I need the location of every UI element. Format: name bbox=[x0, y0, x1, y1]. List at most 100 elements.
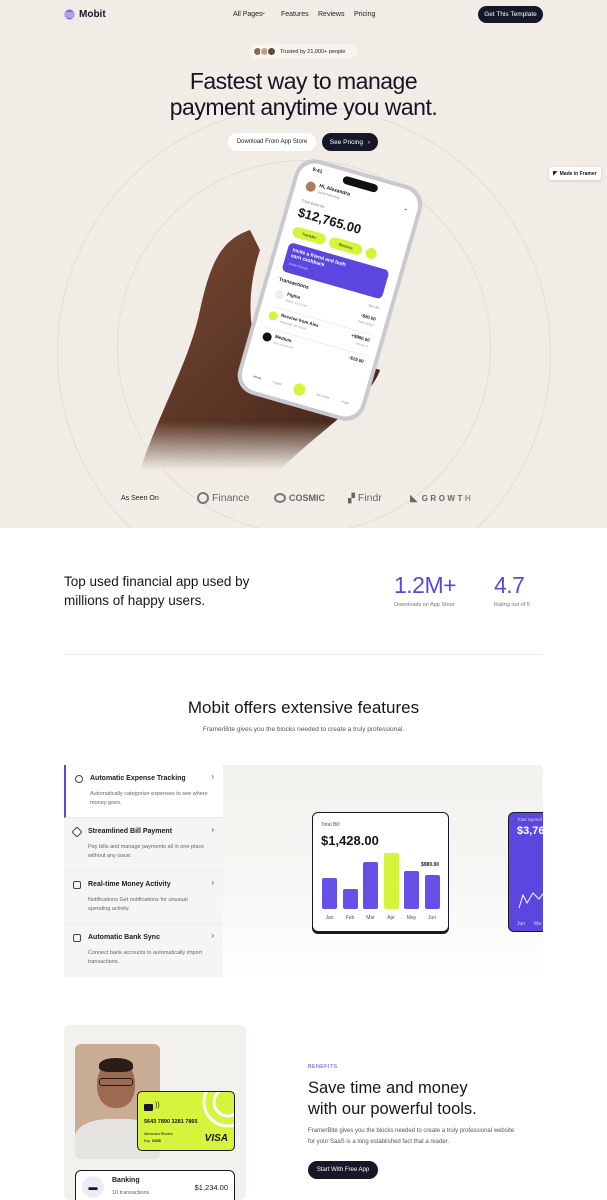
card-exp-label: Exp bbox=[144, 1139, 151, 1143]
chevron-right-icon: › bbox=[211, 878, 214, 887]
total-spending-card: Total Spendi $3,76 Jun Ma bbox=[508, 812, 543, 932]
logo-icon bbox=[64, 9, 75, 20]
person-glasses bbox=[99, 1078, 133, 1086]
stat-label: Downloads on App Store bbox=[394, 602, 455, 608]
feature-item-bank-sync[interactable]: Automatic Bank Sync › Connect bank accou… bbox=[64, 924, 223, 977]
phone-avatar bbox=[304, 180, 317, 193]
banking-sub: 10 transactions bbox=[112, 1190, 150, 1196]
feature-desc: Notifications Get notifications for unus… bbox=[88, 897, 188, 912]
chart-tick-label: Feb bbox=[345, 915, 355, 921]
spend-label: Total Spendi bbox=[517, 817, 542, 822]
bill-chart: Jan Feb Mar Apr May Jun bbox=[313, 813, 450, 933]
feature-item-expense-tracking[interactable]: Automatic Expense Tracking › Automatical… bbox=[64, 765, 223, 818]
stat-value: 4.7 bbox=[494, 572, 525, 598]
stats-headline: Top used financial app used by millions … bbox=[64, 574, 250, 608]
benefits-media-panel: )) 5643 7890 3281 7865 Alexandra Rhodes … bbox=[64, 1025, 246, 1200]
hero-title-line: Fastest way to manage bbox=[189, 68, 418, 94]
start-free-app-button[interactable]: Start With Free App bbox=[308, 1161, 378, 1179]
made-in-framer-badge[interactable]: ◤ Made in Framer bbox=[549, 167, 601, 180]
finance-logo-icon bbox=[197, 492, 209, 504]
chart-bar bbox=[342, 889, 358, 909]
feature-title: Real-time Money Activity bbox=[88, 881, 171, 888]
chart-bar bbox=[363, 861, 378, 909]
bank-icon bbox=[73, 934, 81, 942]
banking-card: ▬ Banking 10 transactions $1,234.00 bbox=[75, 1170, 235, 1200]
see-pricing-label: See Pricing bbox=[329, 138, 364, 146]
chevron-right-icon: › bbox=[368, 138, 371, 146]
stat-label: Rating out of 5 bbox=[494, 602, 530, 608]
phone-tab-insight: Insight bbox=[272, 379, 283, 387]
stat-value: 1.2M+ bbox=[394, 572, 457, 598]
nav-features[interactable]: Features bbox=[281, 11, 309, 18]
phone-receive-button: Receive bbox=[327, 236, 364, 257]
get-template-button[interactable]: Get This Template bbox=[478, 6, 543, 23]
stat-rating: 4.7 Rating out of 5 bbox=[494, 572, 530, 608]
nav-reviews[interactable]: Reviews bbox=[318, 11, 344, 18]
chevron-right-icon: › bbox=[211, 931, 214, 940]
chart-tick-label: Mar bbox=[366, 915, 375, 921]
logo-cosmic: COSMIC bbox=[274, 493, 325, 503]
avatar bbox=[267, 47, 276, 56]
benefits-title: Save time and money with our powerful to… bbox=[308, 1078, 477, 1120]
chevron-right-icon: › bbox=[211, 825, 214, 834]
features-subtitle: FramerBite gives you the blocks needed t… bbox=[202, 726, 405, 733]
findr-logo-icon: ▞ bbox=[348, 492, 355, 503]
features-title: Mobit offers extensive features bbox=[187, 698, 420, 717]
banking-amount: $1,234.00 bbox=[194, 1183, 228, 1192]
phone-tab-cards: My Cards bbox=[316, 392, 330, 400]
benefits-title-line: Save time and money bbox=[308, 1079, 468, 1097]
chart-tick-label: Jun bbox=[427, 915, 437, 921]
figma-icon bbox=[273, 289, 285, 301]
phone-tx-type: Money in bbox=[355, 341, 369, 349]
see-pricing-button[interactable]: See Pricing › bbox=[322, 133, 378, 151]
feature-desc: Pay bills and manage payments all in one… bbox=[88, 844, 205, 859]
phone-tx-amount: -$19.00 bbox=[348, 354, 365, 364]
banking-title: Banking bbox=[112, 1177, 140, 1184]
contactless-icon: )) bbox=[155, 1102, 160, 1109]
total-bill-card: Total Bill $1,428.00 $980.00 Jan Feb Mar Ap… bbox=[312, 812, 449, 932]
chart-bar bbox=[383, 853, 399, 909]
person-hair bbox=[99, 1058, 133, 1072]
phone-transfer-button: Transfer bbox=[291, 225, 328, 246]
spend-month-label: Jun bbox=[517, 921, 526, 927]
receive-icon bbox=[267, 310, 279, 322]
chevron-right-icon: › bbox=[211, 772, 214, 781]
phone-more-button bbox=[364, 246, 378, 261]
phone-tx-meta: Today, 12:20 PM bbox=[284, 298, 308, 309]
card-number: 5643 7890 3281 7865 bbox=[144, 1119, 198, 1125]
chevron-down-icon: ⌄ bbox=[261, 10, 267, 16]
logo-findr-text: Findr bbox=[357, 492, 382, 504]
phone-tab-profile: Profile bbox=[340, 399, 350, 406]
framer-icon: ◤ bbox=[553, 171, 558, 177]
nav-all-pages[interactable]: All Pages bbox=[233, 11, 263, 18]
section-divider bbox=[64, 654, 543, 655]
cosmic-logo-icon bbox=[274, 493, 286, 503]
chart-tick-label: May bbox=[406, 915, 417, 921]
trusted-text: Trusted by 21,000+ people bbox=[280, 48, 346, 55]
chart-tick-label: Jan bbox=[325, 915, 334, 921]
phone-tab-scan bbox=[291, 381, 307, 397]
wallet-icon: ▬ bbox=[82, 1176, 104, 1198]
card-chip bbox=[144, 1104, 153, 1111]
visa-card: )) 5643 7890 3281 7865 Alexandra Rhodes … bbox=[137, 1091, 235, 1151]
feature-title: Automatic Bank Sync bbox=[88, 934, 160, 941]
nav-pricing[interactable]: Pricing bbox=[354, 11, 375, 18]
logo-findr: ▞ Findr bbox=[348, 492, 382, 504]
card-exp: 03/28 bbox=[152, 1139, 161, 1143]
visa-logo: VISA bbox=[204, 1133, 228, 1144]
feature-item-bill-payment[interactable]: Streamlined Bill Payment › Pay bills and… bbox=[64, 818, 223, 871]
spend-month-label: Ma bbox=[534, 921, 541, 927]
app-store-button[interactable]: Download From App Store bbox=[228, 133, 316, 151]
logo-cosmic-text: COSMIC bbox=[289, 493, 325, 503]
calendar-icon bbox=[73, 881, 81, 889]
phone-see-all: See All bbox=[367, 303, 380, 311]
spend-line bbox=[518, 892, 543, 909]
spending-card-body: Total Spendi $3,76 Jun Ma bbox=[508, 812, 543, 932]
chart-bar bbox=[322, 878, 337, 909]
brand-logo[interactable]: Mobit bbox=[64, 8, 106, 21]
hero-title-line: payment anytime you want. bbox=[169, 94, 438, 120]
target-icon bbox=[75, 775, 83, 783]
feature-item-money-activity[interactable]: Real-time Money Activity › Notifications… bbox=[64, 871, 223, 924]
logo-finance-text: Finance bbox=[212, 492, 250, 504]
chart-bar bbox=[404, 871, 419, 909]
